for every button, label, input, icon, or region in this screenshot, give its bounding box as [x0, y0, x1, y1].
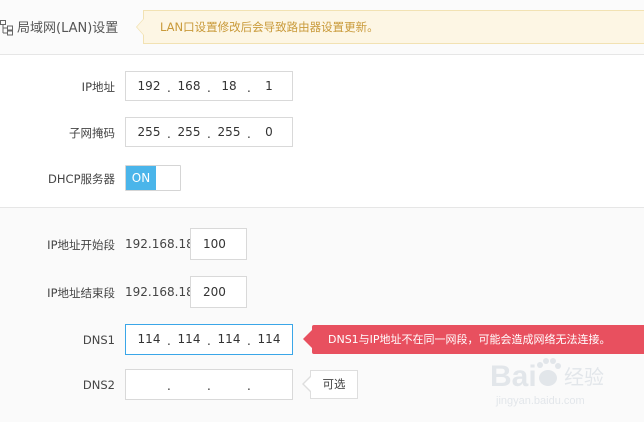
lan-network-icon [0, 20, 13, 36]
ip-separator: . [207, 379, 211, 393]
dns1-octet-1[interactable]: 114 [134, 325, 164, 353]
mask-octet-4[interactable]: 0 [254, 118, 284, 146]
dns1-label: DNS1 [82, 333, 115, 347]
mask-octet-1[interactable]: 255 [134, 118, 164, 146]
error-tooltip-arrow [303, 330, 312, 348]
ip-separator: . [247, 81, 251, 95]
baidu-jingyan-watermark: Bai 经验 jingyan.baidu.com [490, 358, 604, 407]
ip-separator: . [247, 334, 251, 348]
ip-separator: . [167, 334, 171, 348]
dns2-octet-2[interactable] [174, 370, 204, 398]
ip-end-prefix: 192.168.18. [125, 285, 198, 299]
dns1-octet-2[interactable]: 114 [174, 325, 204, 353]
ip-separator: . [247, 379, 251, 393]
ip-end-input[interactable]: 200 [190, 276, 247, 308]
ip-start-prefix: 192.168.18. [125, 237, 198, 251]
dns2-label: DNS2 [82, 378, 115, 392]
dns2-input[interactable]: . . . [125, 369, 293, 400]
ip-separator: . [167, 127, 171, 141]
dns1-octet-3[interactable]: 114 [214, 325, 244, 353]
mask-octet-2[interactable]: 255 [174, 118, 204, 146]
mask-octet-3[interactable]: 255 [214, 118, 244, 146]
ip-separator: . [207, 81, 211, 95]
ip-separator: . [247, 127, 251, 141]
dns2-octet-4[interactable] [254, 370, 284, 398]
ip-octet-2[interactable]: 168 [174, 72, 204, 100]
subnet-mask-label: 子网掩码 [69, 126, 115, 140]
notice-banner: LAN口设置修改后会导致路由器设置更新。 [143, 10, 644, 44]
ip-octet-4[interactable]: 1 [254, 72, 284, 100]
dhcp-toggle[interactable]: ON [125, 165, 181, 191]
ip-start-label: IP地址开始段 [47, 238, 115, 252]
dns1-octet-4[interactable]: 114 [254, 325, 284, 353]
dhcp-server-label: DHCP服务器 [48, 172, 115, 186]
section-title: 局域网(LAN)设置 [17, 21, 119, 36]
ip-address-label: IP地址 [81, 80, 115, 94]
ip-separator: . [207, 334, 211, 348]
dns1-input[interactable]: 114 . 114 . 114 . 114 [125, 324, 293, 355]
notice-arrow-fill [137, 19, 144, 35]
ip-separator: . [207, 127, 211, 141]
svg-text:Bai: Bai [490, 360, 537, 393]
svg-text:jingyan.baidu.com: jingyan.baidu.com [495, 395, 585, 407]
ip-start-input[interactable]: 100 [190, 228, 247, 260]
dns2-optional-hint: 可选 [310, 370, 358, 399]
ip-octet-3[interactable]: 18 [214, 72, 244, 100]
optional-hint-arrow-fill [304, 377, 311, 391]
ip-separator: . [167, 379, 171, 393]
subnet-mask-input[interactable]: 255 . 255 . 255 . 0 [125, 117, 293, 147]
ip-octet-1[interactable]: 192 [134, 72, 164, 100]
dhcp-toggle-on: ON [126, 166, 156, 190]
dns2-octet-3[interactable] [214, 370, 244, 398]
dns2-octet-1[interactable] [134, 370, 164, 398]
svg-text:经验: 经验 [564, 365, 604, 389]
ip-end-label: IP地址结束段 [47, 286, 115, 300]
ip-address-input[interactable]: 192 . 168 . 18 . 1 [125, 71, 293, 101]
ip-separator: . [167, 81, 171, 95]
